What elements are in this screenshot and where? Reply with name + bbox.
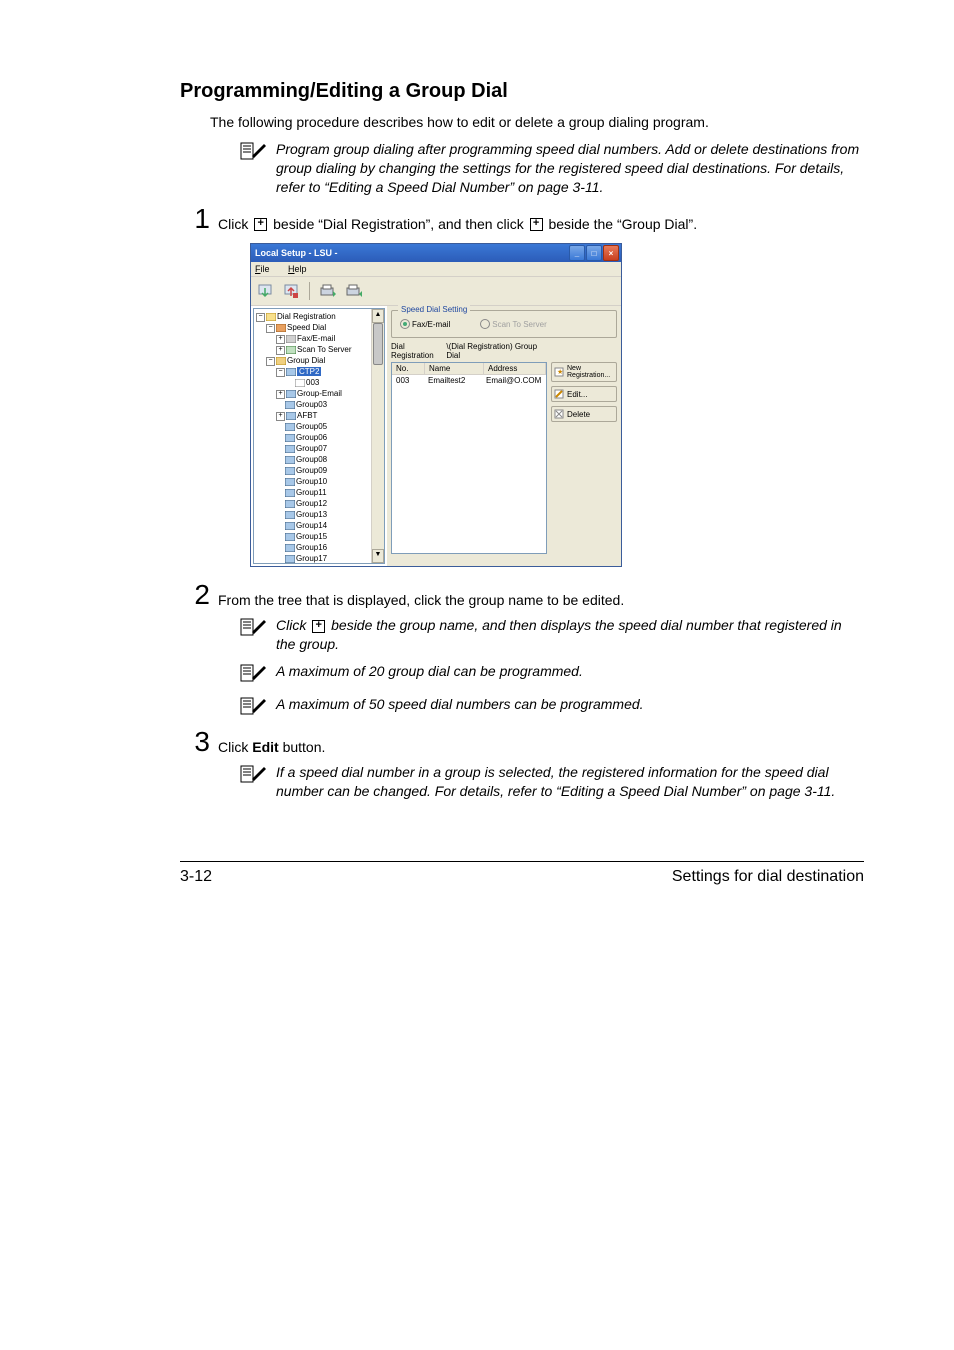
section-heading: Programming/Editing a Group Dial: [180, 80, 864, 103]
tree-group-item[interactable]: Group13: [256, 509, 382, 520]
maximize-button[interactable]: □: [586, 245, 602, 261]
toolbar-download-icon[interactable]: [255, 281, 275, 301]
note-text-2b: A maximum of 20 group dial can be progra…: [276, 662, 583, 681]
menu-bar: File Help: [251, 262, 621, 277]
toolbar: [251, 277, 621, 306]
tree-group-item[interactable]: Group10: [256, 476, 382, 487]
note-icon: [240, 765, 266, 788]
tree-child-003[interactable]: 003: [256, 377, 382, 388]
radio-fax-email[interactable]: Fax/E-mail: [400, 319, 450, 329]
note-text-3: If a speed dial number in a group is sel…: [276, 763, 864, 801]
registration-list[interactable]: No. Name Address 003 Emailtest2 Email@O.…: [391, 362, 547, 554]
radio-on-icon: [400, 319, 410, 329]
col-no[interactable]: No.: [392, 363, 425, 374]
note-text-1: Program group dialing after programming …: [276, 140, 864, 197]
tree-group-item[interactable]: Group09: [256, 465, 382, 476]
minimize-button[interactable]: _: [569, 245, 585, 261]
tree-group-item[interactable]: Group16: [256, 542, 382, 553]
step-3-text: Click Edit button.: [218, 728, 325, 757]
tree-group-item[interactable]: Group06: [256, 432, 382, 443]
menu-file[interactable]: File: [255, 264, 278, 274]
tree-group-item[interactable]: +Group-Email: [256, 388, 382, 399]
list-row[interactable]: 003 Emailtest2 Email@O.COM: [392, 375, 546, 386]
tree-group-item[interactable]: Group14: [256, 520, 382, 531]
new-icon: ★: [554, 367, 564, 377]
note-icon: [240, 142, 266, 165]
radio-scan-to-server[interactable]: Scan To Server: [480, 319, 547, 329]
tree-root[interactable]: −Dial Registration: [256, 311, 382, 322]
tree-group-item[interactable]: Group11: [256, 487, 382, 498]
toolbar-upload-icon[interactable]: [281, 281, 301, 301]
list-header: No. Name Address: [392, 363, 546, 375]
step-number-3: 3: [180, 728, 210, 756]
scroll-up-icon[interactable]: ▲: [372, 309, 384, 323]
tree-group-item[interactable]: Group15: [256, 531, 382, 542]
close-button[interactable]: ×: [603, 245, 619, 261]
app-screenshot: Local Setup - LSU - _ □ × File Help: [250, 243, 864, 567]
note-icon: [240, 664, 266, 687]
toolbar-printer-down-icon[interactable]: [318, 281, 338, 301]
plus-icon: +: [312, 620, 325, 633]
tree-scan-to-server[interactable]: +Scan To Server: [256, 344, 382, 355]
tree-fax-email[interactable]: +Fax/E-mail: [256, 333, 382, 344]
scroll-down-icon[interactable]: ▼: [372, 549, 384, 563]
delete-button[interactable]: Delete: [551, 406, 617, 422]
toolbar-printer-up-icon[interactable]: [344, 281, 364, 301]
page-number: 3-12: [180, 868, 212, 886]
radio-off-icon: [480, 319, 490, 329]
tree-group-item[interactable]: Group07: [256, 443, 382, 454]
tree-group-item[interactable]: +AFBT: [256, 410, 382, 421]
tree-group-item[interactable]: Group08: [256, 454, 382, 465]
panel-sub-labels: Dial Registration \(Dial Registration) G…: [391, 342, 617, 360]
toolbar-separator: [309, 282, 310, 300]
delete-icon: [554, 409, 564, 419]
note-icon: [240, 697, 266, 720]
col-address[interactable]: Address: [484, 363, 546, 374]
edit-button[interactable]: Edit...: [551, 386, 617, 402]
window-title-bar: Local Setup - LSU - _ □ ×: [251, 244, 621, 262]
note-text-2c: A maximum of 50 speed dial numbers can b…: [276, 695, 644, 714]
group-legend: Speed Dial Setting: [398, 305, 470, 314]
tree-speed-dial[interactable]: −Speed Dial: [256, 322, 382, 333]
new-registration-button[interactable]: ★ New Registration...: [551, 362, 617, 382]
tree-group-item[interactable]: Group12: [256, 498, 382, 509]
tree-group-selected[interactable]: −CTP2: [256, 366, 382, 377]
tree-group-item[interactable]: Group03: [256, 399, 382, 410]
speed-dial-setting-group: Speed Dial Setting Fax/E-mail Scan To Se…: [391, 310, 617, 338]
col-name[interactable]: Name: [425, 363, 484, 374]
tree-pane[interactable]: −Dial Registration −Speed Dial +Fax/E-ma…: [253, 308, 385, 564]
footer-title: Settings for dial destination: [672, 868, 864, 886]
plus-icon: +: [254, 218, 267, 231]
window-title: Local Setup - LSU -: [255, 248, 338, 258]
svg-text:★: ★: [557, 368, 563, 376]
edit-icon: [554, 389, 564, 399]
tree-group-item[interactable]: Group05: [256, 421, 382, 432]
footer-rule: [180, 861, 864, 862]
step-number-2: 2: [180, 581, 210, 609]
scroll-thumb[interactable]: [373, 323, 383, 365]
menu-help[interactable]: Help: [288, 264, 315, 274]
step-2-text: From the tree that is displayed, click t…: [218, 581, 624, 610]
tree-group-dial[interactable]: −Group Dial: [256, 355, 382, 366]
tree-scrollbar[interactable]: ▲ ▼: [371, 309, 384, 563]
note-text-2a: Click + beside the group name, and then …: [276, 616, 864, 654]
intro-paragraph: The following procedure describes how to…: [210, 113, 864, 132]
plus-icon: +: [530, 218, 543, 231]
step-1-text: Click + beside “Dial Registration”, and …: [218, 205, 697, 234]
step-number-1: 1: [180, 205, 210, 233]
tree-group-item[interactable]: Group17: [256, 553, 382, 564]
note-icon: [240, 618, 266, 641]
